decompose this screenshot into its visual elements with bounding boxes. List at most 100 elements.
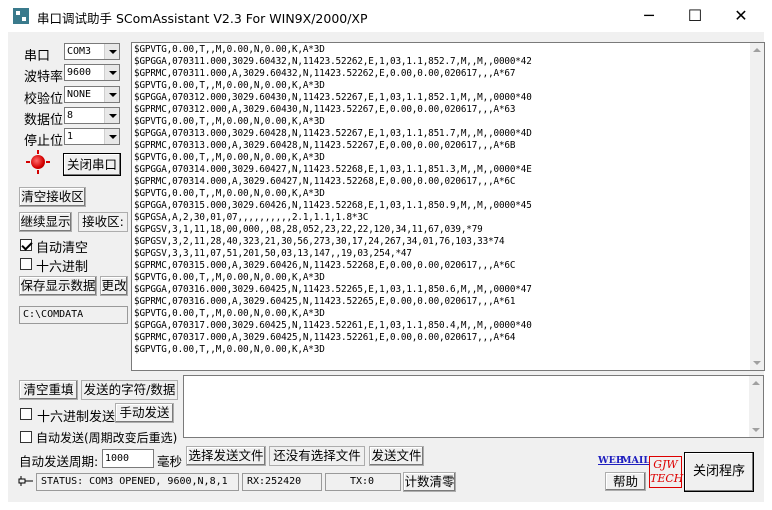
led-ray [37,150,39,154]
port-value: COM3 [67,46,92,57]
led-ray [37,170,39,174]
baud-select[interactable]: 9600 [64,64,120,81]
continue-display-button[interactable]: 继续显示 [19,212,72,232]
change-path-button[interactable]: 更改 [100,276,128,296]
tx-counter: TX:0 [325,473,401,491]
receive-line: $GPRMC,070316.000,A,3029.60425,N,11423.5… [134,296,516,307]
auto-send-checkbox[interactable] [20,431,32,443]
port-select[interactable]: COM3 [64,43,120,60]
send-scrollbar[interactable] [749,376,763,437]
minimize-icon[interactable]: ─ [626,0,672,32]
period-input[interactable]: 1000 [102,449,154,468]
title-bar[interactable]: 串口调试助手 SComAssistant V2.3 For WIN9X/2000… [0,0,772,32]
auto-clear-checkbox[interactable] [20,239,32,251]
period-unit: 毫秒 [157,454,183,469]
hex-display-label: 十六进制 [36,260,89,275]
receive-line: $GPVTG,0.00,T,,M,0.00,N,0.00,K,A*3D [134,116,325,127]
stopbits-select[interactable]: 1 [64,128,120,145]
receive-line: $GPVTG,0.00,T,,M,0.00,N,0.00,K,A*3D [134,188,325,199]
close-icon[interactable]: ✕ [718,0,764,32]
receive-line: $GPVTG,0.00,T,,M,0.00,N,0.00,K,A*3D [134,308,325,319]
close-program-button[interactable]: 关闭程序 [684,452,754,492]
receive-textarea[interactable]: $GPVTG,0.00,T,,M,0.00,N,0.00,K,A*3D $GPGG… [131,42,765,371]
mail-link[interactable]: MAIL [621,455,650,466]
auto-clear-label: 自动清空 [36,241,89,256]
receive-line: $GPRMC,070314.000,A,3029.60427,N,11423.5… [134,176,516,187]
close-port-button[interactable]: 关闭串口 [63,153,121,176]
scroll-down-icon[interactable] [753,361,761,365]
hex-send-label: 十六进制发送 [37,410,116,425]
receive-line: $GPGGA,070311.000,3029.60432,N,11423.522… [134,56,532,67]
receive-line: $GPRMC,070317.000,A,3029.60425,N,11423.5… [134,332,516,343]
receive-line: $GPGSV,3,1,11,18,00,000,,08,28,052,23,22… [134,224,483,235]
receive-line: $GPGGA,070313.000,3029.60428,N,11423.522… [134,128,532,139]
selected-file-label: 还没有选择文件 [269,446,365,466]
receive-line: $GPGGA,070315.000,3029.60426,N,11423.522… [134,200,532,211]
databits-label: 数据位 [24,113,64,128]
gjw-tech-logo: GJW TECH [649,456,684,488]
send-file-button[interactable]: 发送文件 [369,446,424,466]
receive-line: $GPGSV,3,3,11,07,51,201,50,03,13,147,,19… [134,248,412,259]
plug-icon [18,476,33,486]
receive-scrollbar[interactable] [750,43,764,370]
period-label: 自动发送周期: [19,454,99,469]
receive-line: $GPVTG,0.00,T,,M,0.00,N,0.00,K,A*3D [134,44,325,55]
receive-line: $GPVTG,0.00,T,,M,0.00,N,0.00,K,A*3D [134,80,325,91]
window-border-right [764,32,772,510]
clear-resend-button[interactable]: 清空重填 [19,380,78,400]
chevron-down-icon[interactable] [104,108,119,123]
save-path-field: C:\COMDATA [19,306,128,324]
receive-line: $GPRMC,070312.000,A,3029.60430,N,11423.5… [134,104,516,115]
scroll-up-icon[interactable] [752,381,760,385]
window-border-left [0,32,8,510]
hex-display-checkbox[interactable] [20,258,32,270]
parity-value: NONE [67,89,92,100]
clear-receive-button[interactable]: 清空接收区 [19,187,86,207]
manual-send-button[interactable]: 手动发送 [115,403,174,423]
receive-area-label: 接收区: [78,212,128,232]
auto-send-label: 自动发送(周期改变后重选) [36,431,178,445]
scroll-up-icon[interactable] [753,48,761,52]
receive-line: $GPGGA,070314.000,3029.60427,N,11423.522… [134,164,532,175]
maximize-icon[interactable]: ☐ [672,0,718,32]
parity-select[interactable]: NONE [64,86,120,103]
scroll-down-icon[interactable] [752,428,760,432]
databits-select[interactable]: 8 [64,107,120,124]
count-clear-button[interactable]: 计数清零 [403,472,456,492]
receive-line: $GPGSV,3,2,11,28,40,323,21,30,56,273,30,… [134,236,505,247]
chevron-down-icon[interactable] [104,44,119,59]
port-label: 串口 [24,49,51,64]
window-title: 串口调试助手 SComAssistant V2.3 For WIN9X/2000… [37,11,368,26]
select-file-button[interactable]: 选择发送文件 [186,446,266,466]
baud-label: 波特率 [24,70,64,85]
receive-line: $GPRMC,070311.000,A,3029.60432,N,11423.5… [134,68,516,79]
parity-label: 校验位 [24,92,64,107]
receive-line: $GPVTG,0.00,T,,M,0.00,N,0.00,K,A*3D [134,344,325,355]
chevron-down-icon[interactable] [104,87,119,102]
receive-line: $GPGGA,070316.000,3029.60425,N,11423.522… [134,284,532,295]
help-button[interactable]: 帮助 [605,472,646,491]
app-icon [13,8,29,24]
stopbits-label: 停止位 [24,134,64,149]
logo-line-2: TECH [650,472,684,485]
receive-line: $GPRMC,070313.000,A,3029.60428,N,11423.5… [134,140,516,151]
receive-text: $GPVTG,0.00,T,,M,0.00,N,0.00,K,A*3D $GPGG… [134,44,532,356]
chevron-down-icon[interactable] [104,65,119,80]
chevron-down-icon[interactable] [104,129,119,144]
hex-send-checkbox[interactable] [20,408,32,420]
receive-line: $GPGGA,070317.000,3029.60425,N,11423.522… [134,320,532,331]
receive-line: $GPRMC,070315.000,A,3029.60426,N,11423.5… [134,260,516,271]
logo-line-1: GJW [653,458,678,471]
receive-line: $GPVTG,0.00,T,,M,0.00,N,0.00,K,A*3D [134,152,325,163]
databits-value: 8 [67,110,74,121]
send-chars-label: 发送的字符/数据 [81,380,178,400]
receive-line: $GPVTG,0.00,T,,M,0.00,N,0.00,K,A*3D [134,272,325,283]
port-status-led-icon [31,155,45,169]
status-text: STATUS: COM3 OPENED, 9600,N,8,1 [36,473,239,491]
send-textarea[interactable] [183,375,764,438]
receive-line: $GPGGA,070312.000,3029.60430,N,11423.522… [134,92,532,103]
save-display-button[interactable]: 保存显示数据 [19,276,97,296]
led-ray [46,161,50,163]
stopbits-value: 1 [67,131,74,142]
receive-line: $GPGSA,A,2,30,01,07,,,,,,,,,,2.1,1.1,1.8… [134,212,369,223]
